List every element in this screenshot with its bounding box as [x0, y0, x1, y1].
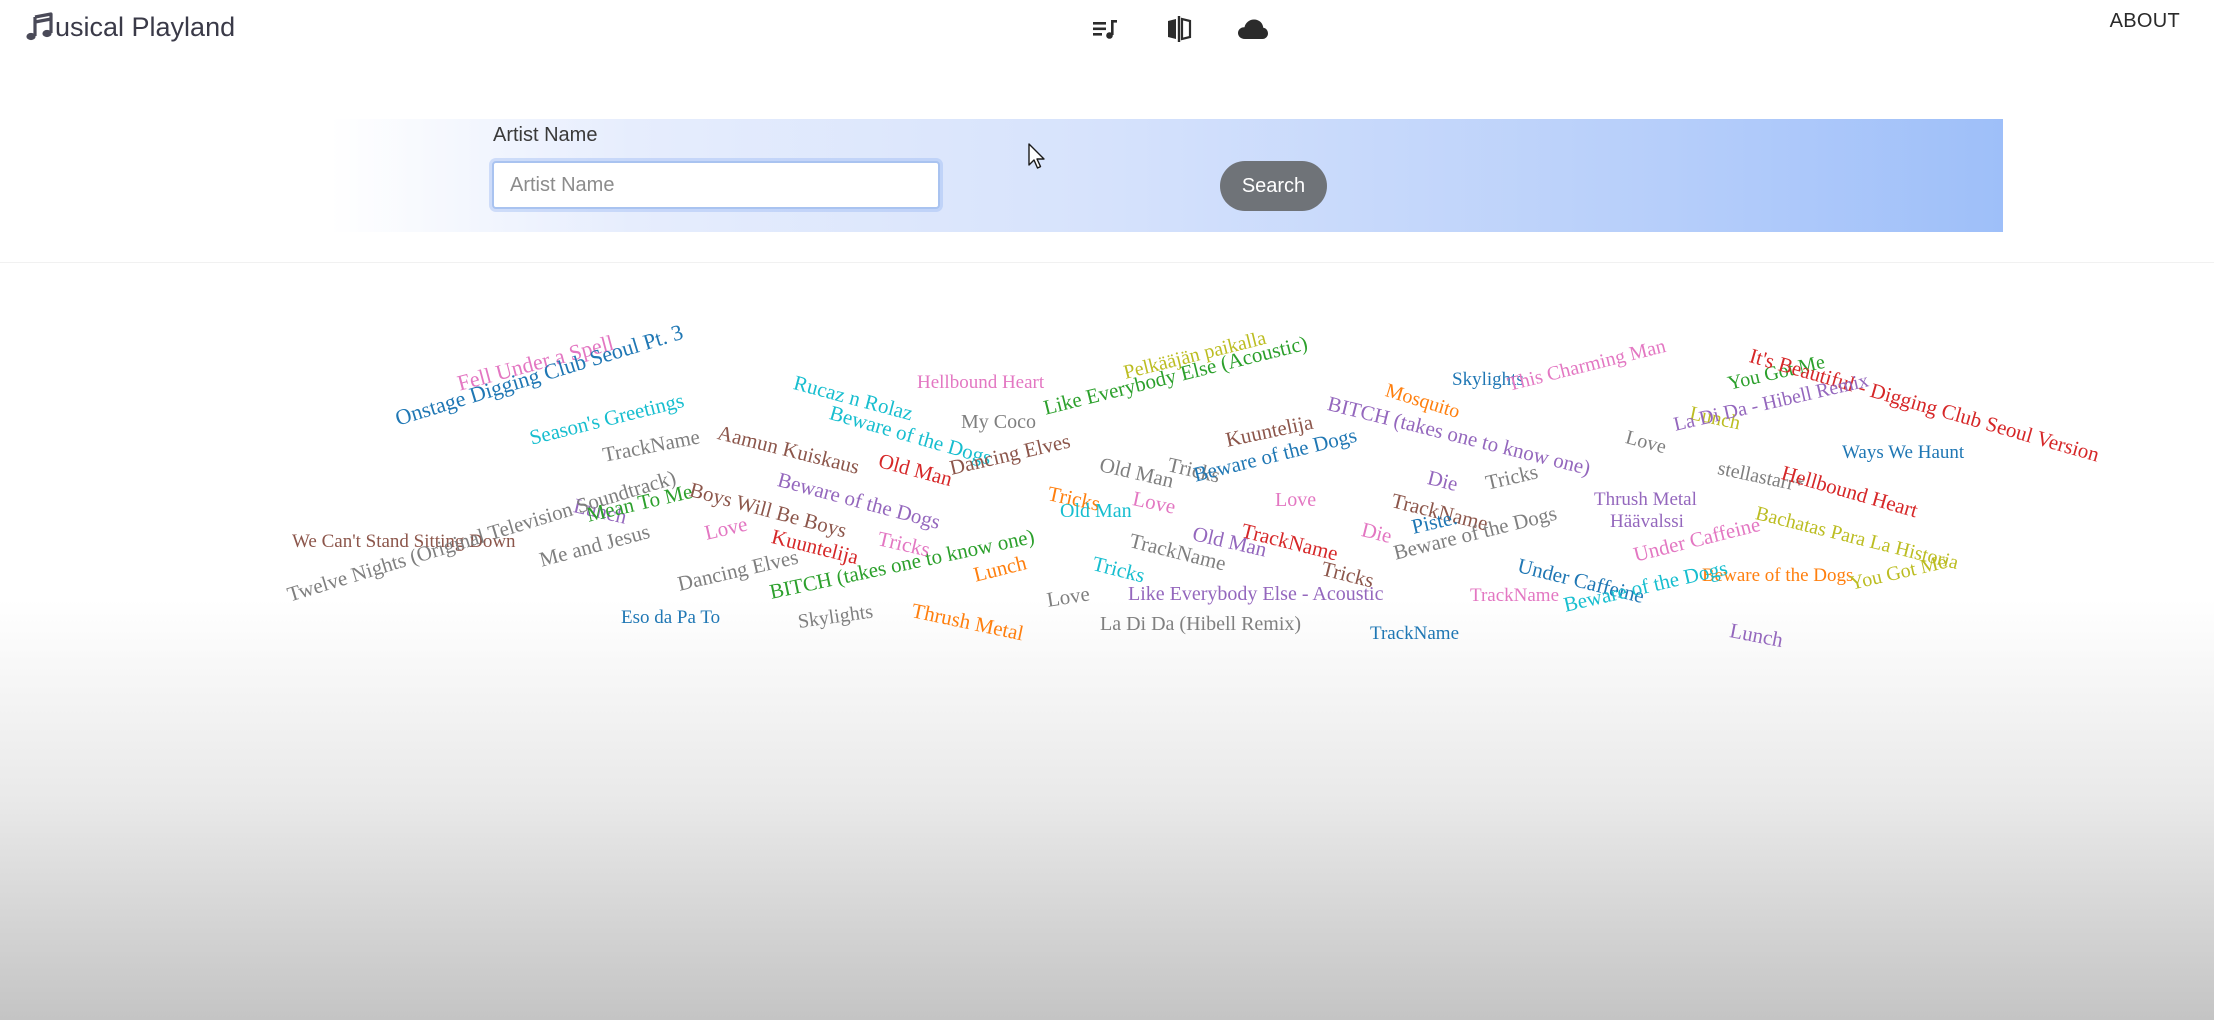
- word-cloud-item[interactable]: My Coco: [961, 412, 1036, 432]
- word-cloud-item[interactable]: Hellbound Heart: [917, 373, 1044, 392]
- word-cloud-item[interactable]: Love: [1045, 581, 1091, 611]
- header-divider: [0, 262, 2214, 263]
- nav-icon-group: [1088, 12, 1270, 46]
- brand-link[interactable]: usical Playland: [24, 10, 235, 44]
- navbar: usical Playland ABOUT: [0, 0, 2214, 56]
- word-cloud-item[interactable]: Me and Jesus: [537, 519, 653, 571]
- cloud-icon[interactable]: [1236, 12, 1270, 46]
- word-cloud-item[interactable]: This Charming Man: [1505, 335, 1668, 396]
- word-cloud-item[interactable]: Love: [702, 512, 749, 545]
- word-cloud-item[interactable]: Thrush Metal: [910, 598, 1026, 645]
- word-cloud-item[interactable]: Like Everybody Else - Acoustic: [1128, 584, 1384, 604]
- music-note-icon: [24, 12, 54, 42]
- word-cloud-item[interactable]: TrackName: [1370, 624, 1459, 643]
- playlist-icon[interactable]: [1088, 12, 1122, 46]
- word-cloud-item[interactable]: Lunch: [1728, 618, 1785, 652]
- word-cloud-item[interactable]: Häävalssi: [1610, 512, 1684, 531]
- word-cloud-item[interactable]: Like Everybody Else (Acoustic): [1041, 331, 1310, 420]
- compare-icon[interactable]: [1162, 12, 1196, 46]
- search-button[interactable]: Search: [1220, 161, 1327, 211]
- word-cloud-item[interactable]: Love: [1623, 426, 1668, 458]
- artist-name-input[interactable]: [492, 161, 940, 209]
- word-cloud-item[interactable]: Love: [1275, 490, 1316, 510]
- word-cloud-item[interactable]: Ways We Haunt: [1842, 443, 1964, 462]
- about-link[interactable]: ABOUT: [2110, 10, 2180, 33]
- word-cloud-item[interactable]: Die: [1359, 517, 1394, 548]
- word-cloud-item[interactable]: Tricks: [1483, 459, 1540, 494]
- brand-text: usical Playland: [55, 11, 236, 42]
- word-cloud-item[interactable]: Tricks: [1090, 551, 1147, 587]
- word-cloud-item[interactable]: La Di Da (Hibell Remix): [1100, 614, 1301, 634]
- word-cloud-item[interactable]: Eso da Pa To: [621, 608, 720, 627]
- word-cloud: Fell Under a Spell Onstage Digging Club S…: [0, 290, 2214, 710]
- word-cloud-item[interactable]: Beware of the Dogs: [1561, 556, 1729, 617]
- word-cloud-item[interactable]: Die: [1425, 465, 1460, 496]
- word-cloud-item[interactable]: TrackName: [1470, 586, 1559, 605]
- artist-name-label: Artist Name: [493, 124, 598, 146]
- word-cloud-item[interactable]: Thrush Metal: [1594, 490, 1697, 509]
- mouse-cursor-icon: [1028, 143, 1046, 171]
- word-cloud-item[interactable]: Old Man: [1060, 501, 1132, 521]
- word-cloud-item[interactable]: Skylights: [796, 601, 874, 633]
- word-cloud-item[interactable]: TrackName: [601, 424, 702, 466]
